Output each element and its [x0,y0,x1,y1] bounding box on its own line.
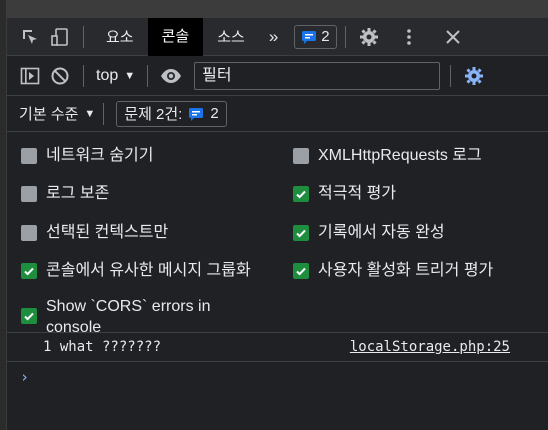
divider [83,25,84,48]
checkmark-icon [296,267,306,276]
context-selector-value: top [96,66,119,84]
divider [450,64,452,87]
checkmark-icon [24,312,34,321]
console-settings-gear-icon[interactable] [459,57,489,95]
checkbox[interactable] [21,186,37,202]
triangle-down-icon: ▼ [124,69,136,82]
checkmark-icon [24,267,34,276]
setting-selected-context[interactable]: 선택된 컨텍스트만 [21,222,168,243]
issues-label: 문제 2건: [124,106,183,123]
setting-label: 적극적 평가 [318,185,397,202]
setting-label: 사용자 활성화 트리거 평가 [318,262,494,279]
gear-icon[interactable] [354,18,384,56]
setting-label: 콘솔에서 유사한 메시지 그룹화 [46,262,251,279]
log-level-dropdown[interactable]: 기본 수준 ▼ [7,103,95,124]
divider [103,102,105,125]
setting-label: XMLHttpRequests 로그 [318,147,482,164]
checkbox[interactable] [21,148,37,164]
close-icon[interactable] [438,18,468,56]
setting-preserve-log[interactable]: 로그 보존 [21,183,109,204]
checkbox[interactable] [293,148,309,164]
checkbox[interactable] [293,263,309,279]
tab-sources[interactable]: 소스 [203,18,259,56]
tab-console[interactable]: 콘솔 [147,17,204,56]
more-tabs-button[interactable]: » [259,18,288,56]
setting-hide-network[interactable]: 네트워크 숨기기 [21,145,154,166]
console-message-source-link[interactable]: localStorage.php:25 [350,339,510,355]
console-message-text: 1 what ??????? [43,339,162,355]
message-icon [302,30,317,44]
divider [83,64,84,87]
sidebar-toggle-icon[interactable] [15,57,45,95]
log-levels-bar: 기본 수준 ▼ 문제 2건: 2 [7,96,548,132]
context-selector[interactable]: top ▼ [92,67,139,85]
checkbox[interactable] [293,225,309,241]
setting-user-activation[interactable]: 사용자 활성화 트리거 평가 [293,260,493,281]
setting-label: 로그 보존 [46,185,110,202]
setting-cors-errors[interactable]: Show `CORS` errors in console [21,296,261,338]
checkmark-icon [296,229,306,238]
page-edge [0,0,7,430]
setting-group-similar[interactable]: 콘솔에서 유사한 메시지 그룹화 [21,260,251,281]
checkmark-icon [296,190,306,199]
setting-autocomplete[interactable]: 기록에서 자동 완성 [293,222,445,243]
checkbox[interactable] [21,225,37,241]
triangle-down-icon: ▼ [84,107,96,120]
message-icon [189,107,204,121]
issues-count: 2 [210,105,219,122]
issues-button[interactable]: 문제 2건: 2 [116,100,227,127]
device-toolbar-icon[interactable] [45,18,75,56]
devtools-tab-bar: 요소 콘솔 소스 » 2 [7,17,548,56]
filter-input[interactable] [202,66,440,85]
eye-icon[interactable] [156,57,186,95]
checkbox[interactable] [293,186,309,202]
divider [344,25,346,48]
setting-label: Show `CORS` errors in console [46,298,211,336]
tab-elements[interactable]: 요소 [92,18,148,56]
inspect-element-icon[interactable] [15,18,45,56]
filter-input-box[interactable] [194,61,441,90]
setting-label: 선택된 컨텍스트만 [46,224,169,241]
divider [147,64,149,87]
kebab-menu-icon[interactable] [394,18,424,56]
setting-eager-eval[interactable]: 적극적 평가 [293,183,396,204]
checkbox[interactable] [21,263,37,279]
setting-xhr-log[interactable]: XMLHttpRequests 로그 [293,145,482,166]
setting-label: 기록에서 자동 완성 [318,224,445,241]
clear-console-icon[interactable] [45,57,75,95]
issues-badge[interactable]: 2 [294,24,337,49]
issues-badge-count: 2 [321,28,330,45]
checkbox[interactable] [21,308,37,324]
log-level-label: 기본 수준 [19,106,79,123]
console-settings-pane: 네트워크 숨기기 로그 보존 선택된 컨텍스트만 콘솔에서 유사한 메시지 그룹… [7,132,548,336]
setting-label: 네트워크 숨기기 [46,147,154,164]
console-toolbar: top ▼ [7,56,548,96]
console-prompt-icon[interactable]: › [20,368,29,386]
window-top-strip [0,0,548,18]
console-message-row: 1 what ??????? localStorage.php:25 [7,333,548,362]
devtools-panel: 요소 콘솔 소스 » 2 top ▼ 필터 기본 수준 ▼ 문제 2건: 2 네… [7,17,548,430]
